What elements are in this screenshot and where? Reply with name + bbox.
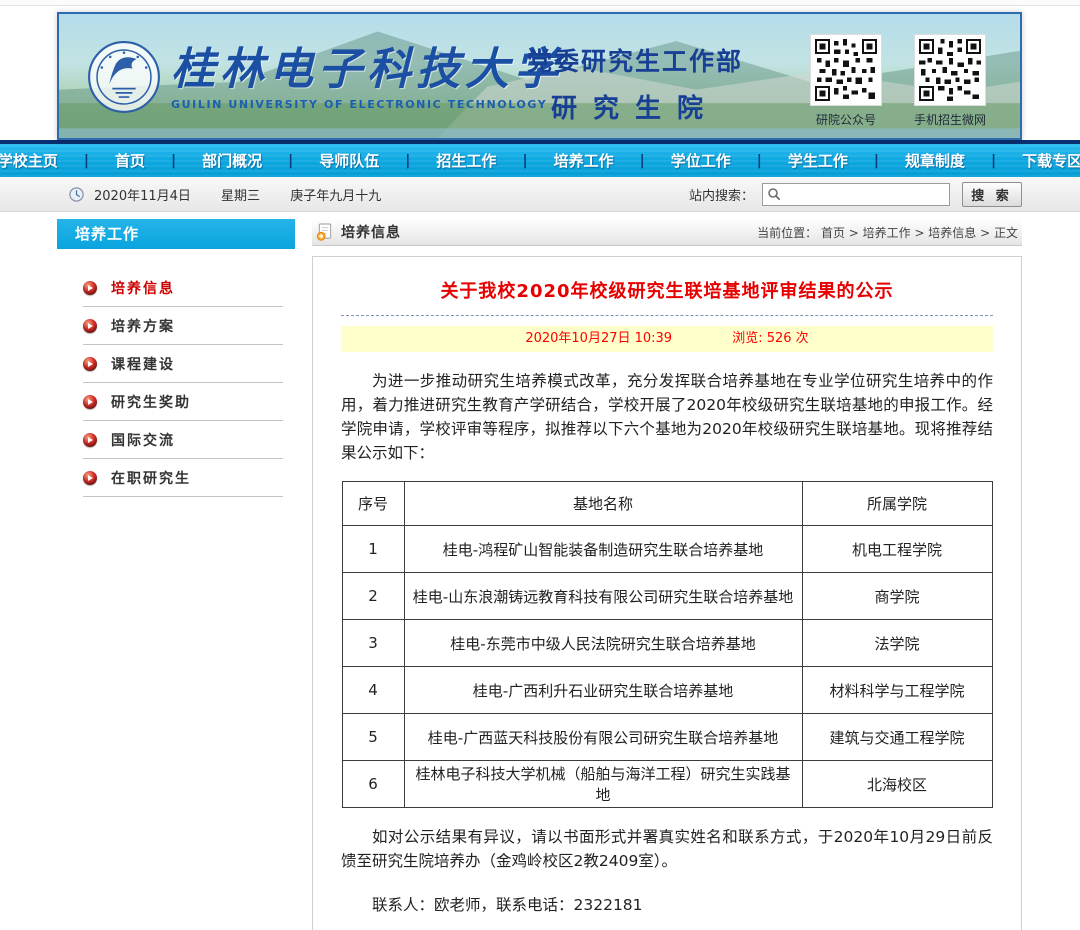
- sidebar-item-label: 国际交流: [111, 430, 175, 450]
- article: 关于我校2020年校级研究生联培基地评审结果的公示 2020年10月27日 10…: [312, 256, 1022, 930]
- sidebar-item-international-exchange[interactable]: 国际交流: [83, 421, 283, 459]
- sidebar: 培养工作 培养信息 培养方案 课程建设 研究生奖助 国际交流: [57, 219, 295, 507]
- document-icon: [316, 223, 333, 241]
- article-contact-line: 联系人：欧老师，联系电话：2322181: [341, 893, 993, 915]
- nav-item-home[interactable]: 首页: [89, 150, 171, 171]
- qr-code-official-account: [810, 34, 882, 106]
- red-bullet-icon: [83, 395, 97, 409]
- site-search-label: 站内搜索：: [689, 185, 754, 204]
- sidebar-item-training-plan[interactable]: 培养方案: [83, 307, 283, 345]
- cell-base-name: 桂电-广西利升石业研究生联合培养基地: [404, 667, 802, 714]
- qr-code-mobile-admissions: [914, 34, 986, 106]
- article-meta-bar: 2020年10月27日 10:39 浏览: 526 次: [341, 326, 993, 352]
- base-results-table: 序号 基地名称 所属学院 1 桂电-鸿程矿山智能装备制造研究生联合培养基地 机电…: [342, 481, 993, 808]
- article-date: 2020年10月27日 10:39: [525, 331, 672, 346]
- table-row: 1 桂电-鸿程矿山智能装备制造研究生联合培养基地 机电工程学院: [342, 526, 992, 573]
- column-header-base-name: 基地名称: [404, 482, 802, 526]
- cell-base-name: 桂电-东莞市中级人民法院研究生联合培养基地: [404, 620, 802, 667]
- search-button[interactable]: 搜 索: [962, 182, 1022, 207]
- cell-college: 机电工程学院: [802, 526, 992, 573]
- table-row: 3 桂电-东莞市中级人民法院研究生联合培养基地 法学院: [342, 620, 992, 667]
- breadcrumb[interactable]: 当前位置： 首页 > 培养工作 > 培养信息 > 正文: [757, 224, 1022, 241]
- sidebar-item-label: 课程建设: [111, 354, 175, 374]
- nav-item-school-home[interactable]: 学校主页: [0, 150, 84, 171]
- article-views: 浏览: 526 次: [732, 331, 808, 346]
- search-input[interactable]: [762, 183, 950, 206]
- date-lunar: 庚子年九月十九: [290, 189, 381, 204]
- cell-index: 4: [342, 667, 404, 714]
- nav-item-admissions[interactable]: 招生工作: [410, 150, 522, 171]
- cell-base-name: 桂林电子科技大学机械（船舶与海洋工程）研究生实践基地: [404, 761, 802, 808]
- sidebar-item-label: 培养信息: [111, 278, 175, 298]
- dashed-divider: [341, 315, 993, 316]
- date-search-bar: 2020年11月4日 星期三 庚子年九月十九 站内搜索： 搜 索: [0, 177, 1080, 212]
- cell-base-name: 桂电-鸿程矿山智能装备制造研究生联合培养基地: [404, 526, 802, 573]
- table-row: 6 桂林电子科技大学机械（船舶与海洋工程）研究生实践基地 北海校区: [342, 761, 992, 808]
- nav-item-downloads[interactable]: 下载专区: [996, 150, 1080, 171]
- column-header-college: 所属学院: [802, 482, 992, 526]
- cell-college: 法学院: [802, 620, 992, 667]
- nav-item-supervisors[interactable]: 导师队伍: [293, 150, 405, 171]
- red-bullet-icon: [83, 357, 97, 371]
- department-title-line2: 研究生院: [527, 88, 743, 125]
- sidebar-item-inservice-grad[interactable]: 在职研究生: [83, 459, 283, 497]
- main-navigation: 学校主页 | 首页 | 部门概况 | 导师队伍 | 招生工作 | 培养工作 | …: [0, 140, 1080, 177]
- nav-item-department-overview[interactable]: 部门概况: [176, 150, 288, 171]
- page-top-strip: [0, 0, 1080, 6]
- table-header-row: 序号 基地名称 所属学院: [342, 482, 992, 526]
- university-name-chinese: 桂林电子科技大学: [171, 48, 563, 92]
- red-bullet-icon: [83, 281, 97, 295]
- sidebar-item-grad-funding[interactable]: 研究生奖助: [83, 383, 283, 421]
- nav-item-student-affairs[interactable]: 学生工作: [762, 150, 874, 171]
- date-weekday: 星期三: [221, 189, 260, 204]
- cell-college: 建筑与交通工程学院: [802, 714, 992, 761]
- cell-college: 北海校区: [802, 761, 992, 808]
- sidebar-item-course-construction[interactable]: 课程建设: [83, 345, 283, 383]
- sidebar-item-training-info[interactable]: 培养信息: [83, 269, 283, 307]
- site-banner: 桂林电子科技大学 GUILIN UNIVERSITY OF ELECTRONIC…: [57, 12, 1022, 140]
- cell-index: 1: [342, 526, 404, 573]
- qr-label-official-account: 研院公众号: [810, 111, 882, 128]
- table-row: 5 桂电-广西蓝天科技股份有限公司研究生联合培养基地 建筑与交通工程学院: [342, 714, 992, 761]
- nav-item-regulations[interactable]: 规章制度: [879, 150, 991, 171]
- cell-college: 商学院: [802, 573, 992, 620]
- cell-college: 材料科学与工程学院: [802, 667, 992, 714]
- sidebar-item-label: 在职研究生: [111, 468, 191, 488]
- date-gregorian: 2020年11月4日: [94, 189, 191, 204]
- cell-index: 3: [342, 620, 404, 667]
- nav-item-degree[interactable]: 学位工作: [645, 150, 757, 171]
- article-title: 关于我校2020年校级研究生联培基地评审结果的公示: [341, 277, 993, 303]
- section-title: 培养信息: [341, 222, 401, 242]
- search-icon: [767, 187, 781, 201]
- cell-index: 6: [342, 761, 404, 808]
- red-bullet-icon: [83, 319, 97, 333]
- cell-index: 5: [342, 714, 404, 761]
- article-paragraph-intro: 为进一步推动研究生培养模式改革，充分发挥联合培养基地在专业学位研究生培养中的作用…: [341, 369, 993, 465]
- cell-index: 2: [342, 573, 404, 620]
- date-display: 2020年11月4日 星期三 庚子年九月十九: [94, 185, 407, 204]
- cell-base-name: 桂电-山东浪潮铸远教育科技有限公司研究生联合培养基地: [404, 573, 802, 620]
- department-title-line1: 党委研究生工作部: [527, 42, 743, 78]
- section-header-bar: 培养信息 当前位置： 首页 > 培养工作 > 培养信息 > 正文: [312, 219, 1022, 246]
- clock-icon: [69, 187, 84, 202]
- sidebar-item-label: 研究生奖助: [111, 392, 191, 412]
- nav-item-training[interactable]: 培养工作: [528, 150, 640, 171]
- university-logo: [87, 40, 161, 114]
- column-header-index: 序号: [342, 482, 404, 526]
- sidebar-title: 培养工作: [57, 219, 295, 249]
- red-bullet-icon: [83, 433, 97, 447]
- table-row: 2 桂电-山东浪潮铸远教育科技有限公司研究生联合培养基地 商学院: [342, 573, 992, 620]
- table-row: 4 桂电-广西利升石业研究生联合培养基地 材料科学与工程学院: [342, 667, 992, 714]
- red-bullet-icon: [83, 471, 97, 485]
- university-name-english: GUILIN UNIVERSITY OF ELECTRONIC TECHNOLO…: [171, 98, 563, 111]
- qr-label-mobile-admissions: 手机招生微网: [914, 111, 986, 128]
- article-paragraph-objection: 如对公示结果有异议，请以书面形式并署真实姓名和联系方式，于2020年10月29日…: [341, 825, 993, 873]
- cell-base-name: 桂电-广西蓝天科技股份有限公司研究生联合培养基地: [404, 714, 802, 761]
- sidebar-item-label: 培养方案: [111, 316, 175, 336]
